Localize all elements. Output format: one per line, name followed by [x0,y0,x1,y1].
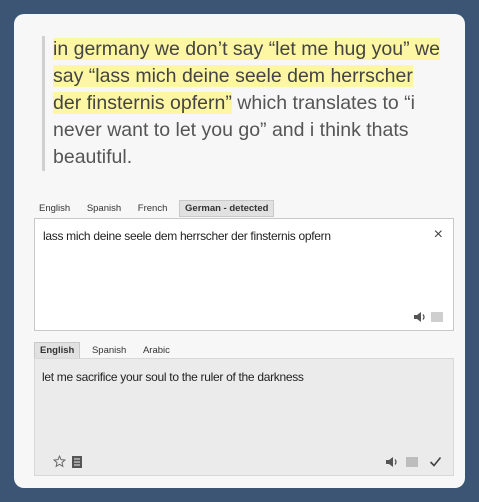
tab-source-spanish[interactable]: Spanish [82,201,126,216]
copy-icon[interactable] [406,457,418,467]
speaker-icon[interactable] [413,311,427,323]
tab-source-german-detected[interactable]: German - detected [179,200,275,217]
translation-result-area: let me sacrifice your soul to the ruler … [34,358,454,476]
star-icon[interactable] [53,455,66,468]
tab-source-english[interactable]: English [34,201,75,216]
tab-source-french[interactable]: French [133,201,173,216]
translation-text: let me sacrifice your soul to the ruler … [42,370,304,384]
source-language-tabs: English Spanish French German - detected [34,200,278,217]
phrasebook-icon[interactable] [72,456,82,468]
post-quote: in germany we don’t say “let me hug you”… [42,36,442,171]
tab-target-arabic[interactable]: Arabic [138,343,175,358]
tab-target-english[interactable]: English [34,342,81,359]
source-text[interactable]: lass mich deine seele dem herrscher der … [43,229,331,243]
clear-icon[interactable]: × [434,226,443,244]
source-text-area[interactable]: lass mich deine seele dem herrscher der … [34,218,454,331]
keyboard-icon[interactable] [431,312,443,322]
target-language-tabs: English Spanish Arabic [34,342,179,359]
tab-target-spanish[interactable]: Spanish [87,343,131,358]
check-icon[interactable] [429,455,442,468]
tumblr-post-card: in germany we don’t say “let me hug you”… [14,14,465,488]
speaker-icon[interactable] [385,456,399,468]
